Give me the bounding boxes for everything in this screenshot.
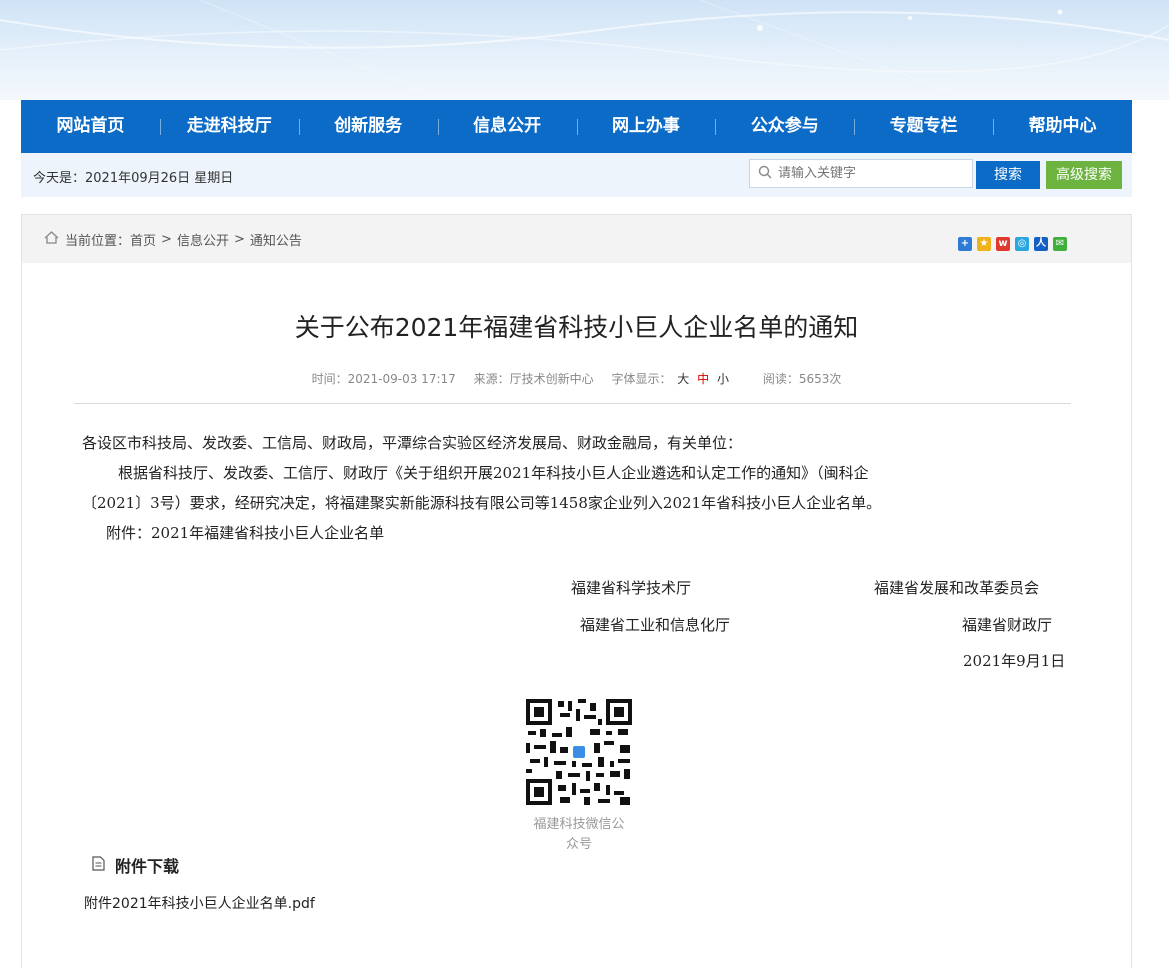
breadcrumb-separator: > bbox=[161, 232, 172, 247]
document-icon bbox=[92, 855, 105, 875]
search-box[interactable] bbox=[749, 159, 973, 188]
home-icon bbox=[44, 231, 59, 248]
font-size-small-button[interactable]: 小 bbox=[717, 372, 729, 386]
breadcrumb-separator: > bbox=[233, 232, 245, 247]
article-body: 各设区市科技局、发改委、工信局、财政局，平潭综合实验区经济发展局、财政金融局，有… bbox=[82, 428, 1082, 548]
nav-item-info-public[interactable]: 信息公开 bbox=[437, 100, 577, 153]
header-banner bbox=[0, 0, 1169, 100]
publish-time: 时间：2021-09-03 17:17 bbox=[311, 372, 456, 386]
body-paragraph: 各设区市科技局、发改委、工信局、财政局，平潭综合实验区经济发展局、财政金融局，有… bbox=[82, 434, 743, 452]
banner-decoration bbox=[0, 0, 1169, 96]
breadcrumb-prefix: 当前位置： bbox=[65, 234, 131, 249]
font-size-label: 字体显示： bbox=[611, 372, 672, 386]
search-button[interactable]: 搜索 bbox=[976, 161, 1040, 189]
title-divider bbox=[74, 403, 1071, 404]
article-meta: 时间：2021-09-03 17:17 来源：厅技术创新中心 字体显示： 大 中… bbox=[22, 370, 1131, 387]
nav-item-home[interactable]: 网站首页 bbox=[21, 100, 160, 153]
nav-item-topics[interactable]: 专题专栏 bbox=[854, 100, 993, 153]
breadcrumb-link-home[interactable]: 首页 bbox=[130, 230, 156, 249]
qr-caption-line: 众号 bbox=[565, 837, 592, 852]
attachment-link[interactable]: 附件2021年科技小巨人企业名单.pdf bbox=[84, 893, 315, 913]
plus-icon[interactable]: + bbox=[958, 237, 972, 251]
breadcrumb-link-notices[interactable]: 通知公告 bbox=[250, 230, 302, 249]
body-paragraph: 〔2021〕3号）要求，经研究决定，将福建聚实新能源科技有限公司等1458家企业… bbox=[82, 494, 882, 512]
read-count: 阅读：5653次 bbox=[762, 372, 842, 386]
breadcrumb: 当前位置： 首页 > 信息公开 > 通知公告 bbox=[44, 230, 302, 249]
nav-item-help[interactable]: 帮助中心 bbox=[993, 100, 1132, 153]
breadcrumb-link-info-public[interactable]: 信息公开 bbox=[177, 230, 229, 249]
tencent-icon[interactable]: ◎ bbox=[1015, 237, 1029, 251]
search-icon bbox=[758, 164, 772, 183]
attachments-heading: 附件下载 bbox=[92, 853, 179, 877]
info-bar: 今天是：2021年09月26日 星期日 搜索 高级搜索 bbox=[21, 153, 1132, 197]
nav-item-participation[interactable]: 公众参与 bbox=[715, 100, 854, 153]
nav-item-innovation[interactable]: 创新服务 bbox=[298, 100, 438, 153]
qr-caption: 福建科技微信公 众号 bbox=[519, 815, 639, 855]
nav-item-online-service[interactable]: 网上办事 bbox=[576, 100, 716, 153]
qr-caption-line: 福建科技微信公 bbox=[533, 817, 625, 832]
current-date: 今天是：2021年09月26日 星期日 bbox=[33, 171, 234, 186]
body-paragraph: 根据省科技厅、发改委、工信厅、财政厅《关于组织开展2021年科技小巨人企业遴选和… bbox=[118, 464, 869, 482]
wechat-qr-code bbox=[524, 697, 634, 807]
article-container: 当前位置： 首页 > 信息公开 > 通知公告 + ★ w ◎ 人 ✉ 关于公布2… bbox=[21, 214, 1132, 968]
qzone-icon[interactable]: ★ bbox=[977, 237, 991, 251]
font-size-medium-button[interactable]: 中 bbox=[697, 372, 709, 386]
article-source: 来源：厅技术创新中心 bbox=[473, 372, 594, 386]
article-title: 关于公布2021年福建省科技小巨人企业名单的通知 bbox=[294, 313, 859, 342]
weibo-icon[interactable]: w bbox=[996, 237, 1010, 251]
renren-icon[interactable]: 人 bbox=[1034, 237, 1048, 251]
search-input[interactable] bbox=[778, 166, 968, 181]
wechat-icon[interactable]: ✉ bbox=[1053, 237, 1067, 251]
font-size-large-button[interactable]: 大 bbox=[677, 372, 689, 386]
nav-item-about[interactable]: 走进科技厅 bbox=[159, 100, 299, 153]
signature-miit: 福建省工业和信息化厅 bbox=[580, 616, 731, 634]
body-paragraph: 附件：2021年福建省科技小巨人企业名单 bbox=[106, 524, 385, 542]
attachments-heading-label: 附件下载 bbox=[115, 857, 180, 876]
share-icons: + ★ w ◎ 人 ✉ bbox=[958, 237, 1067, 251]
main-nav: 网站首页 走进科技厅 创新服务 信息公开 网上办事 公众参与 专题专栏 帮助中心 bbox=[21, 100, 1132, 153]
signature-date: 2021年9月1日 bbox=[963, 652, 1066, 670]
signature-ndrc: 福建省发展和改革委员会 bbox=[874, 579, 1040, 597]
breadcrumb-bar: 当前位置： 首页 > 信息公开 > 通知公告 + ★ w ◎ 人 ✉ bbox=[22, 215, 1131, 263]
signature-sti: 福建省科学技术厅 bbox=[571, 579, 692, 597]
wechat-qr-block: 福建科技微信公 众号 bbox=[519, 697, 639, 855]
advanced-search-button[interactable]: 高级搜索 bbox=[1046, 161, 1122, 189]
signature-finance: 福建省财政厅 bbox=[962, 616, 1053, 634]
